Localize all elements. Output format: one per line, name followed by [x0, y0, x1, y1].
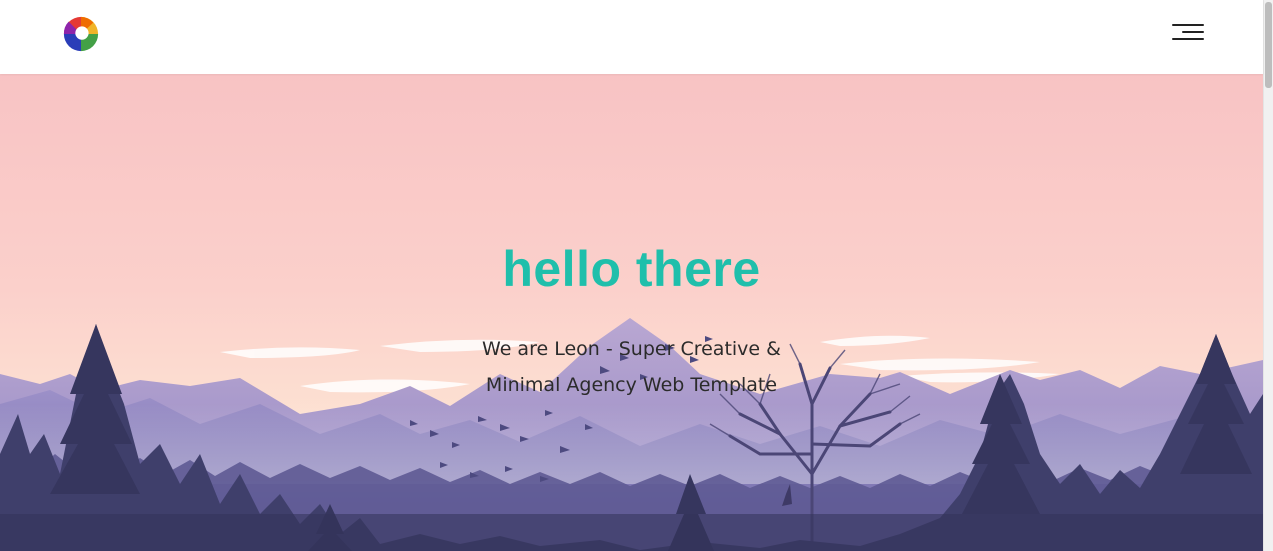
hero-section: hello there We are Leon - Super Creative…	[0, 74, 1263, 551]
logo-icon[interactable]	[62, 15, 100, 53]
page: hello there We are Leon - Super Creative…	[0, 0, 1273, 551]
hero-title: hello there	[502, 241, 761, 297]
scrollbar[interactable]	[1263, 0, 1273, 551]
menu-bar	[1182, 31, 1204, 33]
hero-subtitle: We are Leon - Super Creative & Minimal A…	[482, 338, 781, 396]
site-header	[0, 0, 1263, 74]
scrollbar-thumb[interactable]	[1265, 2, 1272, 88]
menu-bar	[1172, 38, 1204, 40]
menu-bar	[1172, 24, 1204, 26]
hero-content: hello there We are Leon - Super Creative…	[0, 242, 1263, 403]
hamburger-menu-icon[interactable]	[1170, 22, 1204, 44]
